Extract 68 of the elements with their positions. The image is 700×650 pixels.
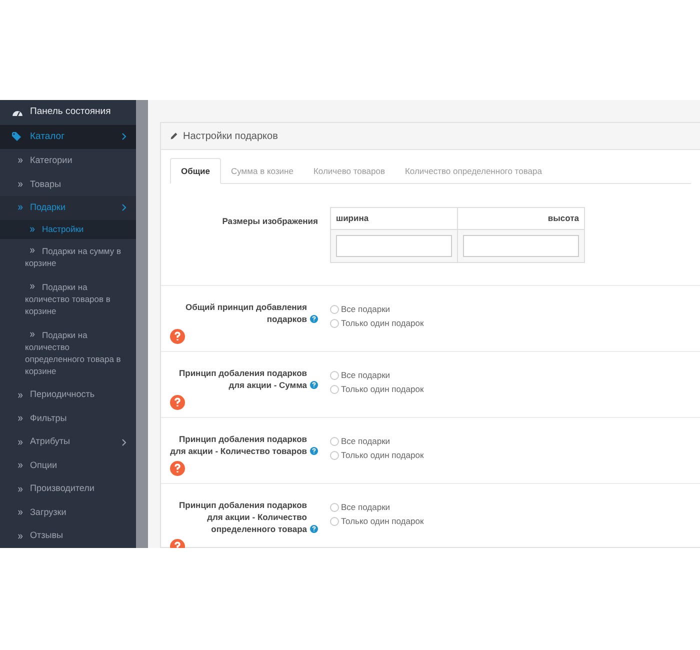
- double-chevron-icon: [30, 248, 35, 254]
- field-label: Общий принцип добавления подарков: [184, 301, 307, 325]
- radio-button[interactable]: [330, 370, 339, 380]
- field-label: Принцип добаления подарков для акции - Количество определенного товара: [178, 499, 307, 535]
- radio-button[interactable]: [330, 436, 339, 446]
- double-chevron-icon: [18, 158, 23, 164]
- field-label: Размеры изображения: [221, 215, 319, 228]
- radio-button[interactable]: [330, 450, 339, 460]
- radio-button[interactable]: [330, 318, 339, 328]
- help-icon[interactable]: [310, 381, 318, 389]
- help-icon[interactable]: [310, 315, 318, 323]
- input-field[interactable]: [463, 235, 579, 257]
- panel-title: Настройки подарков: [183, 130, 278, 144]
- menu-label[interactable]: Категории: [30, 154, 72, 168]
- menu-label[interactable]: Фильтры: [30, 412, 67, 426]
- radio-button[interactable]: [330, 502, 339, 512]
- column-header: высота: [458, 208, 584, 230]
- double-chevron-icon: [18, 205, 23, 210]
- double-chevron-icon: [18, 510, 23, 516]
- submenu-label[interactable]: Подарки на количество товаров в корзине: [25, 281, 128, 318]
- menu-label[interactable]: Товары: [30, 178, 61, 192]
- radio-option[interactable]: Все подарки: [330, 501, 424, 514]
- radio-option[interactable]: Все подарки: [330, 369, 424, 382]
- radio-option[interactable]: Только один подарок: [330, 382, 424, 396]
- double-chevron-icon: [18, 392, 23, 398]
- radio-option[interactable]: Только один подарок: [330, 514, 424, 528]
- double-chevron-icon: [18, 534, 23, 539]
- double-chevron-icon: [18, 463, 23, 468]
- radio-button[interactable]: [330, 384, 339, 394]
- double-chevron-icon: [18, 182, 23, 187]
- radio-option[interactable]: Все подарки: [330, 435, 424, 448]
- radio-option[interactable]: Только один подарок: [330, 448, 424, 462]
- menu-label[interactable]: Отзывы: [30, 529, 63, 543]
- field-label: Принцип добаления подарков для акции - Количество товаров: [170, 433, 307, 457]
- double-chevron-icon: [30, 284, 35, 290]
- double-chevron-icon: [18, 440, 23, 445]
- pencil-icon: [170, 132, 178, 140]
- tag-icon: [12, 132, 23, 142]
- menu-label[interactable]: Загрузки: [30, 506, 66, 520]
- radio-option[interactable]: Все подарки: [330, 303, 424, 316]
- menu-label[interactable]: Периодичность: [30, 388, 95, 402]
- double-chevron-icon: [18, 416, 23, 422]
- double-chevron-icon: [30, 226, 35, 232]
- menu-label[interactable]: Атрибуты: [30, 435, 70, 449]
- help-icon[interactable]: [170, 395, 185, 410]
- radio-option[interactable]: Только один подарок: [330, 316, 424, 330]
- radio-button[interactable]: [330, 516, 339, 526]
- field-label: Принцип добаления подарков для акции - Сумма: [178, 367, 307, 391]
- column-header: ширина: [330, 208, 458, 230]
- radio-button[interactable]: [330, 304, 339, 314]
- menu-label[interactable]: Панель состояния: [30, 105, 111, 120]
- submenu-label[interactable]: Подарки на количество определенного товара в корзине: [25, 329, 128, 378]
- tab[interactable]: Сумма в козине: [221, 158, 304, 184]
- input-field[interactable]: [336, 235, 452, 257]
- menu-label[interactable]: Подарки: [30, 201, 66, 215]
- tab[interactable]: Количево товаров: [303, 158, 395, 184]
- menu-label[interactable]: Каталог: [30, 130, 65, 144]
- help-icon[interactable]: [310, 525, 318, 533]
- help-icon[interactable]: [170, 329, 185, 344]
- help-icon[interactable]: [170, 461, 185, 476]
- help-icon[interactable]: [310, 447, 318, 455]
- double-chevron-icon: [30, 332, 35, 338]
- submenu-label[interactable]: Подарки на сумму в корзине: [25, 245, 128, 270]
- double-chevron-icon: [18, 486, 23, 492]
- tab[interactable]: Общие: [170, 158, 221, 184]
- menu-label[interactable]: Производители: [30, 482, 94, 496]
- menu-label[interactable]: Опции: [30, 458, 58, 472]
- tab[interactable]: Количество определенного товара: [394, 158, 552, 184]
